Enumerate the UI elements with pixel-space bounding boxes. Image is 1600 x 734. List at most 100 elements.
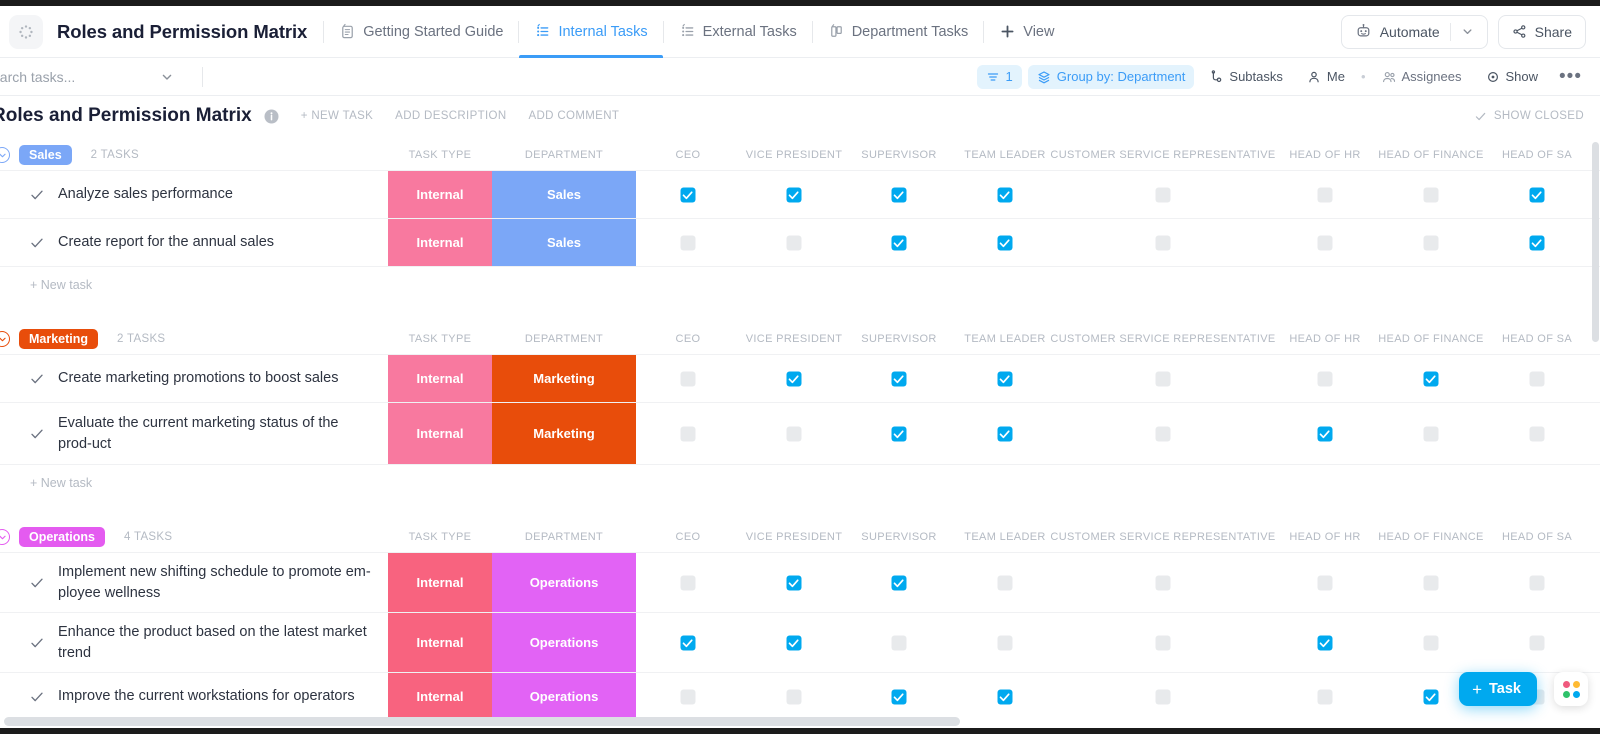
search-input[interactable] bbox=[0, 69, 160, 85]
group-collapse-caret[interactable] bbox=[0, 331, 10, 347]
permission-checkbox[interactable] bbox=[1156, 635, 1171, 650]
permission-checkbox[interactable] bbox=[892, 635, 907, 650]
permission-checkbox[interactable] bbox=[998, 689, 1013, 704]
permission-checkbox[interactable] bbox=[1424, 689, 1439, 704]
task-type-cell[interactable]: Internal bbox=[388, 219, 492, 266]
task-status-check-icon[interactable] bbox=[30, 427, 44, 441]
ellipsis-icon[interactable]: ••• bbox=[1553, 67, 1588, 86]
task-name-cell[interactable]: Create report for the annual sales bbox=[0, 219, 388, 266]
automate-button[interactable]: Automate bbox=[1341, 15, 1488, 49]
task-status-check-icon[interactable] bbox=[30, 372, 44, 386]
new-task-action[interactable]: + NEW TASK bbox=[301, 110, 373, 122]
task-type-cell[interactable]: Internal bbox=[388, 553, 492, 612]
table-row[interactable]: Evaluate the current marketing status of… bbox=[0, 402, 1600, 464]
share-button[interactable]: Share bbox=[1498, 15, 1586, 49]
permission-checkbox[interactable] bbox=[787, 187, 802, 202]
permission-checkbox[interactable] bbox=[1156, 575, 1171, 590]
task-type-cell[interactable]: Internal bbox=[388, 171, 492, 218]
vertical-scrollbar[interactable] bbox=[1592, 142, 1599, 342]
permission-checkbox[interactable] bbox=[998, 426, 1013, 441]
chevron-down-icon[interactable] bbox=[160, 70, 174, 84]
task-type-cell[interactable]: Internal bbox=[388, 403, 492, 464]
permission-checkbox[interactable] bbox=[681, 235, 696, 250]
table-row[interactable]: Enhance the product based on the latest … bbox=[0, 612, 1600, 672]
add-description-action[interactable]: ADD DESCRIPTION bbox=[395, 110, 506, 122]
department-cell[interactable]: Operations bbox=[492, 613, 636, 672]
department-cell[interactable]: Sales bbox=[492, 219, 636, 266]
group-by-chip[interactable]: Group by: Department bbox=[1028, 65, 1195, 89]
task-status-check-icon[interactable] bbox=[30, 576, 44, 590]
permission-checkbox[interactable] bbox=[787, 575, 802, 590]
permission-checkbox[interactable] bbox=[998, 575, 1013, 590]
tab-internal-tasks[interactable]: Internal Tasks bbox=[519, 6, 662, 58]
permission-checkbox[interactable] bbox=[787, 235, 802, 250]
permission-checkbox[interactable] bbox=[892, 426, 907, 441]
permission-checkbox[interactable] bbox=[681, 575, 696, 590]
task-name-cell[interactable]: Create marketing promotions to boost sal… bbox=[0, 355, 388, 402]
permission-checkbox[interactable] bbox=[1318, 235, 1333, 250]
add-new-task-row[interactable]: + New task bbox=[0, 266, 1600, 302]
task-name-cell[interactable]: Analyze sales performance bbox=[0, 171, 388, 218]
permission-checkbox[interactable] bbox=[681, 187, 696, 202]
task-type-cell[interactable]: Internal bbox=[388, 673, 492, 718]
info-icon[interactable] bbox=[264, 109, 279, 124]
permission-checkbox[interactable] bbox=[1424, 426, 1439, 441]
group-name-pill[interactable]: Marketing bbox=[19, 329, 98, 349]
permission-checkbox[interactable] bbox=[787, 371, 802, 386]
permission-checkbox[interactable] bbox=[787, 426, 802, 441]
department-cell[interactable]: Marketing bbox=[492, 403, 636, 464]
me-chip[interactable]: Me bbox=[1298, 65, 1354, 89]
permission-checkbox[interactable] bbox=[1530, 187, 1545, 202]
department-cell[interactable]: Sales bbox=[492, 171, 636, 218]
group-name-pill[interactable]: Sales bbox=[19, 145, 72, 165]
permission-checkbox[interactable] bbox=[681, 689, 696, 704]
permission-checkbox[interactable] bbox=[1530, 635, 1545, 650]
group-name-pill[interactable]: Operations bbox=[19, 527, 105, 547]
permission-checkbox[interactable] bbox=[1318, 187, 1333, 202]
permission-checkbox[interactable] bbox=[787, 689, 802, 704]
permission-checkbox[interactable] bbox=[1156, 689, 1171, 704]
tab-add-view[interactable]: View bbox=[984, 6, 1069, 58]
task-status-check-icon[interactable] bbox=[30, 636, 44, 650]
permission-checkbox[interactable] bbox=[1156, 371, 1171, 386]
table-row[interactable]: Implement new shifting schedule to promo… bbox=[0, 552, 1600, 612]
apps-grid-icon[interactable] bbox=[1554, 672, 1588, 706]
task-type-cell[interactable]: Internal bbox=[388, 613, 492, 672]
show-chip[interactable]: Show bbox=[1477, 65, 1548, 89]
permission-checkbox[interactable] bbox=[1156, 187, 1171, 202]
add-task-fab[interactable]: + Task bbox=[1459, 672, 1537, 706]
task-name-cell[interactable]: Evaluate the current marketing status of… bbox=[0, 403, 388, 464]
permission-checkbox[interactable] bbox=[892, 689, 907, 704]
task-name-cell[interactable]: Enhance the product based on the latest … bbox=[0, 613, 388, 672]
assignees-chip[interactable]: Assignees bbox=[1373, 65, 1471, 89]
filter-chip[interactable]: 1 bbox=[977, 65, 1022, 89]
permission-checkbox[interactable] bbox=[1424, 575, 1439, 590]
permission-checkbox[interactable] bbox=[1530, 235, 1545, 250]
permission-checkbox[interactable] bbox=[1530, 575, 1545, 590]
horizontal-scrollbar-thumb[interactable] bbox=[4, 717, 960, 726]
tab-getting-started-guide[interactable]: Getting Started Guide bbox=[324, 6, 518, 58]
add-comment-action[interactable]: ADD COMMENT bbox=[529, 110, 620, 122]
task-name-cell[interactable]: Implement new shifting schedule to promo… bbox=[0, 553, 388, 612]
permission-checkbox[interactable] bbox=[1424, 635, 1439, 650]
permission-checkbox[interactable] bbox=[998, 371, 1013, 386]
chevron-down-icon[interactable] bbox=[1461, 25, 1474, 38]
permission-checkbox[interactable] bbox=[1530, 371, 1545, 386]
permission-checkbox[interactable] bbox=[1318, 689, 1333, 704]
permission-checkbox[interactable] bbox=[1424, 371, 1439, 386]
table-row[interactable]: Analyze sales performanceInternalSales bbox=[0, 170, 1600, 218]
permission-checkbox[interactable] bbox=[1318, 426, 1333, 441]
table-row[interactable]: Create report for the annual salesIntern… bbox=[0, 218, 1600, 266]
permission-checkbox[interactable] bbox=[787, 635, 802, 650]
permission-checkbox[interactable] bbox=[892, 235, 907, 250]
permission-checkbox[interactable] bbox=[681, 635, 696, 650]
permission-checkbox[interactable] bbox=[1318, 635, 1333, 650]
group-collapse-caret[interactable] bbox=[0, 147, 10, 163]
show-closed-toggle[interactable]: SHOW CLOSED bbox=[1474, 110, 1584, 123]
permission-checkbox[interactable] bbox=[1424, 235, 1439, 250]
task-status-check-icon[interactable] bbox=[30, 690, 44, 704]
permission-checkbox[interactable] bbox=[1156, 426, 1171, 441]
horizontal-scrollbar[interactable] bbox=[0, 717, 1600, 726]
permission-checkbox[interactable] bbox=[1530, 426, 1545, 441]
table-row[interactable]: Improve the current workstations for ope… bbox=[0, 672, 1600, 718]
